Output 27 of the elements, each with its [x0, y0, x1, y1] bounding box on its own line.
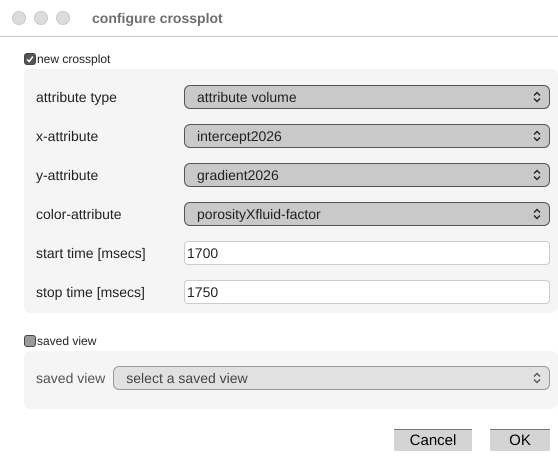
dropdown[interactable]: attribute volume: [184, 85, 550, 109]
input-field[interactable]: 1700: [184, 241, 550, 265]
chevron-icon: [533, 372, 541, 384]
zoom-button[interactable]: [56, 11, 70, 25]
field-label: x-attribute: [36, 128, 100, 144]
close-button[interactable]: [12, 11, 26, 25]
field-label: start time [msecs]: [36, 245, 147, 261]
dropdown[interactable]: porosityXfluid-factor: [184, 202, 550, 226]
field-label: attribute type: [36, 89, 118, 105]
minimize-button[interactable]: [34, 11, 48, 25]
dialog-button[interactable]: OK: [490, 429, 550, 451]
dialog-button[interactable]: Cancel: [394, 429, 472, 451]
field-label: stop time [msecs]: [36, 284, 146, 300]
checkbox-label: new crossplot: [37, 52, 110, 66]
checkbox-label: saved view: [37, 334, 96, 348]
chevron-icon: [533, 208, 541, 220]
checkbox[interactable]: [24, 53, 36, 65]
field-label: y-attribute: [36, 167, 100, 183]
field-label: color-attribute: [36, 206, 123, 222]
chevron-icon: [533, 91, 541, 103]
dropdown[interactable]: gradient2026: [184, 163, 550, 187]
field-label: saved view: [36, 370, 106, 386]
window-title: configure crossplot: [92, 10, 223, 26]
chevron-icon: [533, 130, 541, 142]
chevron-icon: [533, 169, 541, 181]
dropdown[interactable]: intercept2026: [184, 124, 550, 148]
input-field[interactable]: 1750: [184, 280, 550, 304]
